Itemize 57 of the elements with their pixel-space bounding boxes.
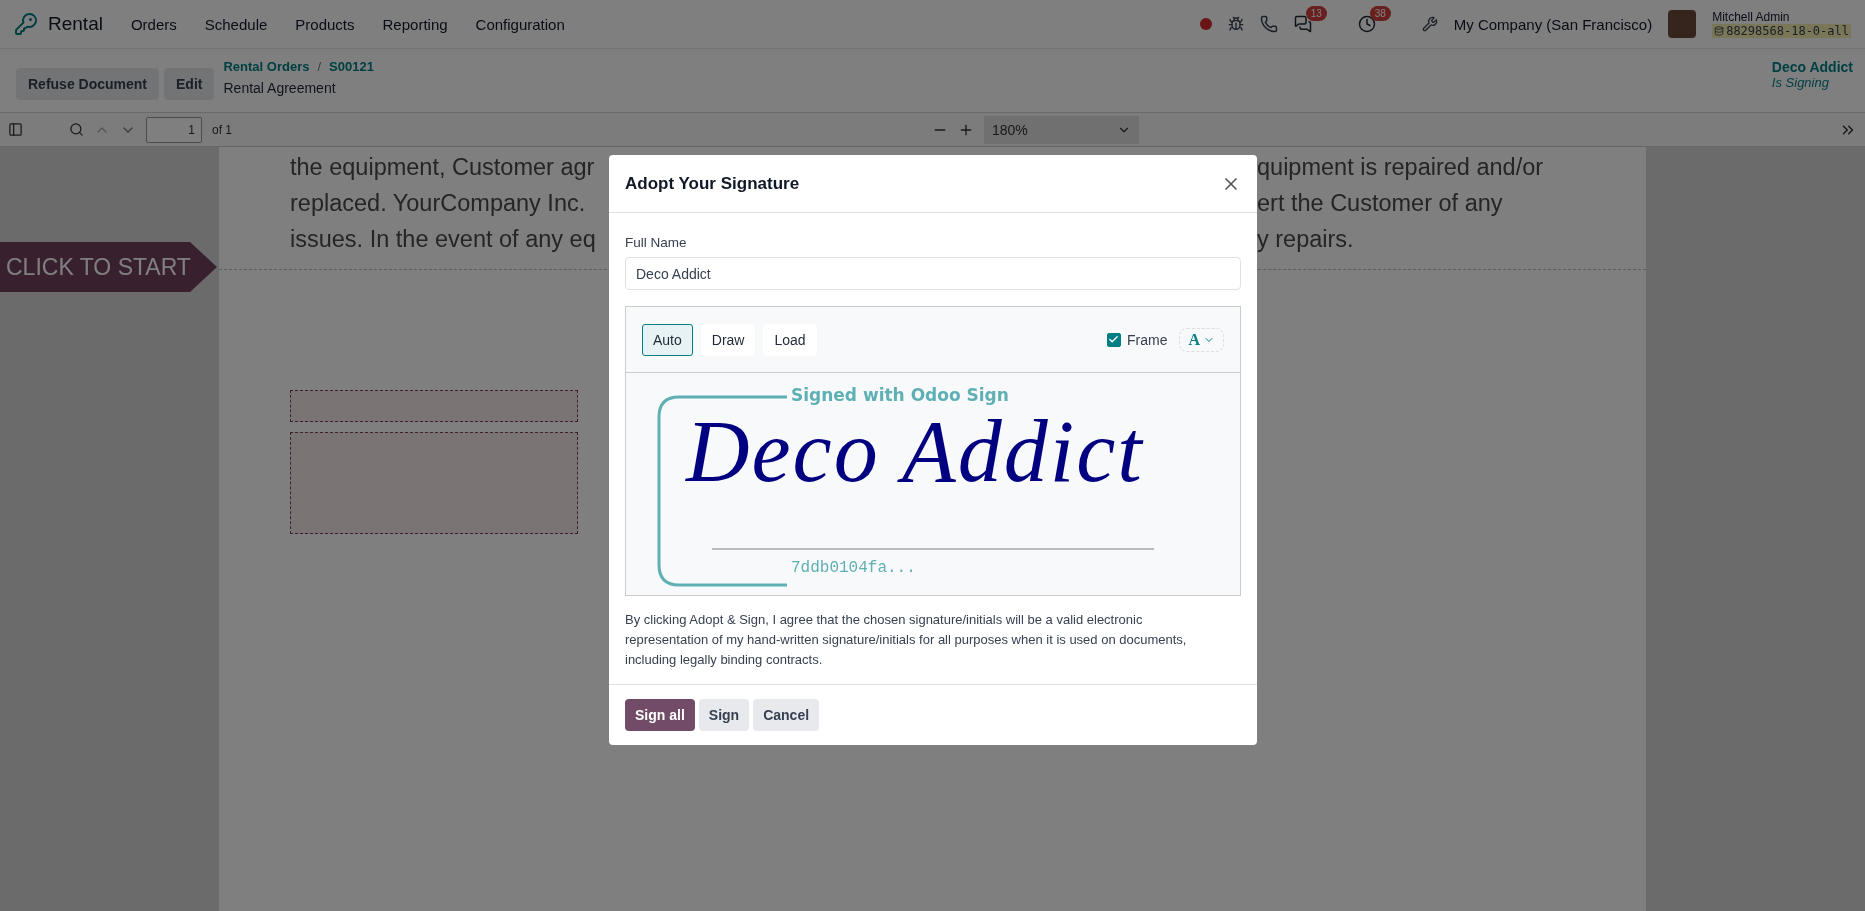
- database-icon: [1714, 26, 1725, 36]
- message-count: 13: [1305, 6, 1327, 21]
- full-name-field[interactable]: Deco Addict: [625, 257, 1241, 290]
- signer-status: Is Signing: [1771, 75, 1830, 90]
- mode-tab[interactable]: Load: [763, 323, 817, 356]
- recording-dot[interactable]: [1199, 18, 1212, 30]
- mode-tab[interactable]: Draw: [700, 323, 756, 356]
- sidebar-toggle-icon[interactable]: [8, 122, 23, 137]
- document-text: issues. In the event of any eq: [290, 225, 597, 253]
- key-icon: [14, 12, 38, 36]
- menu-item[interactable]: Products: [283, 15, 367, 33]
- action-button[interactable]: Edit: [164, 68, 215, 100]
- company-switcher[interactable]: My Company (San Francisco): [1453, 15, 1653, 33]
- sign-all-button[interactable]: Sign all: [625, 699, 695, 731]
- dialog-button[interactable]: Cancel: [753, 699, 820, 731]
- document-title: Rental Agreement: [223, 80, 337, 96]
- document-text: the equipment, Customer agr: [290, 153, 596, 181]
- bug-icon[interactable]: [1227, 16, 1244, 32]
- phone-icon[interactable]: [1259, 15, 1278, 33]
- document-text: y repairs.: [1257, 225, 1354, 253]
- page-count: of 1: [212, 122, 232, 137]
- action-button[interactable]: Refuse Document: [16, 68, 160, 100]
- document-text: quipment is repaired and/or: [1257, 153, 1544, 181]
- mode-tab[interactable]: Auto: [642, 323, 693, 356]
- frame-checkbox[interactable]: [1107, 332, 1121, 347]
- signature-hash: 7ddb0104fa...: [791, 559, 916, 577]
- chat-icon[interactable]: [1293, 15, 1312, 33]
- app-name[interactable]: Rental: [48, 13, 103, 35]
- dialog-button[interactable]: Sign: [698, 699, 750, 731]
- zoom-select[interactable]: 180%: [984, 115, 1139, 144]
- menu-item[interactable]: Reporting: [370, 15, 460, 33]
- activity-count: 38: [1369, 6, 1391, 21]
- signature-field[interactable]: [290, 432, 578, 534]
- avatar[interactable]: [1668, 10, 1697, 38]
- menu-item[interactable]: Configuration: [463, 15, 577, 33]
- clock-icon[interactable]: [1357, 15, 1376, 33]
- name-field[interactable]: [290, 390, 578, 422]
- menu-item[interactable]: Schedule: [192, 15, 280, 33]
- document-text: ert the Customer of any: [1257, 189, 1503, 217]
- tools-icon[interactable]: [1421, 16, 1438, 32]
- page-number-field[interactable]: 1: [146, 116, 202, 143]
- user-name: Mitchell Admin: [1712, 10, 1791, 24]
- font-button[interactable]: A: [1179, 327, 1224, 352]
- frame-label: Frame: [1127, 331, 1168, 348]
- field-label: Full Name: [625, 235, 688, 250]
- menu-item[interactable]: Orders: [118, 15, 189, 33]
- click-to-start-tag[interactable]: CLICK TO START: [0, 242, 217, 292]
- breadcrumb[interactable]: Rental Orders: [223, 59, 310, 74]
- dialog-title: Adopt Your Signature: [625, 173, 800, 194]
- legal-notice: By clicking Adopt & Sign, I agree that the chosen signature/initials will be a valid electronic representation of my hand-written signature/initials for all purposes when it is used on documents, including legally binding contracts.: [625, 611, 1188, 669]
- breadcrumb[interactable]: S00121: [329, 59, 374, 74]
- search-icon[interactable]: [69, 122, 84, 137]
- document-text: replaced. YourCompany Inc.: [290, 189, 587, 217]
- frame-caption: Signed with Odoo Sign: [791, 385, 1009, 405]
- breadcrumb-separator: /: [317, 59, 322, 74]
- signer-name: Deco Addict: [1771, 59, 1853, 75]
- database-name: 88298568-18-0-all: [1712, 24, 1851, 38]
